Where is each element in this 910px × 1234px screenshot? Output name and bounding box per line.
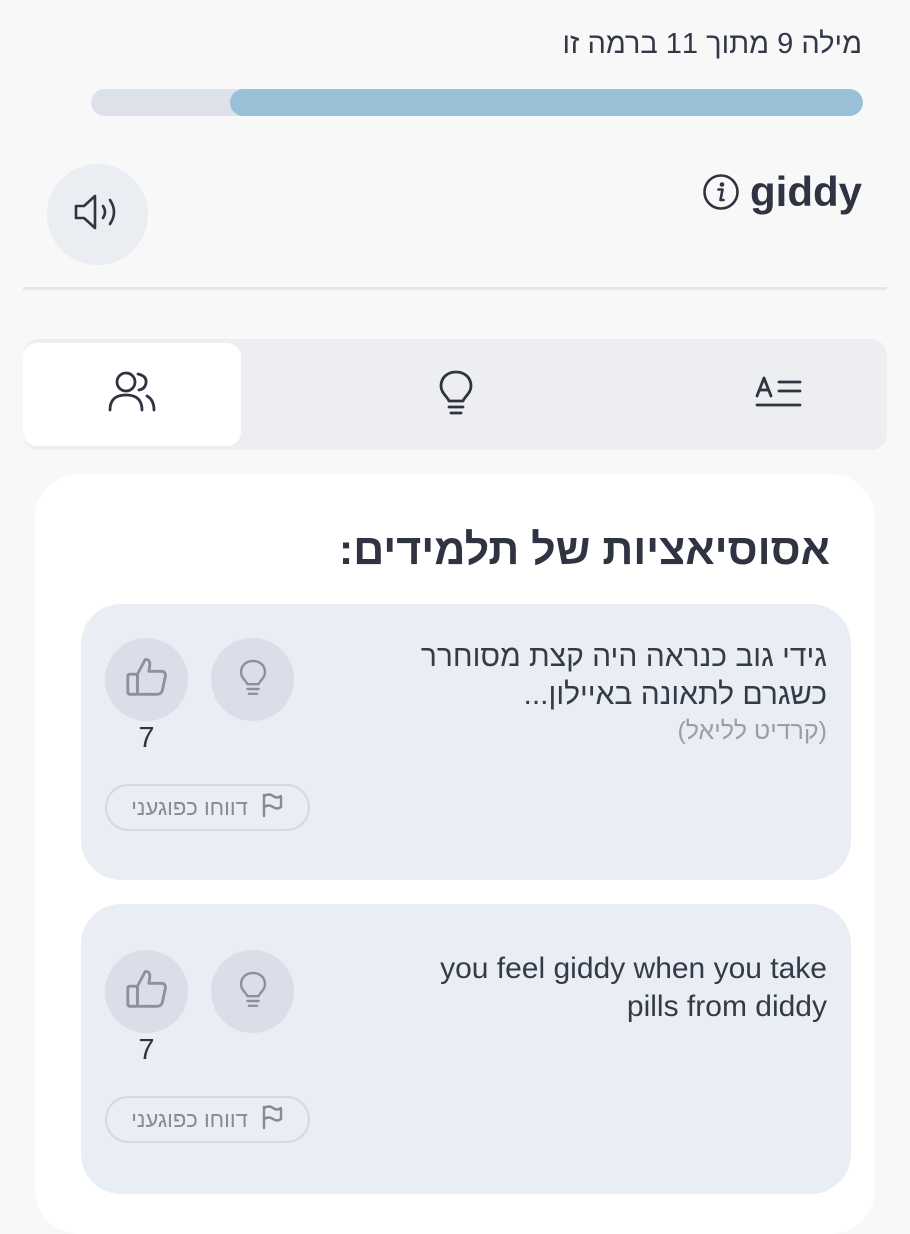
- word-title: giddy: [750, 168, 862, 215]
- tab-tips[interactable]: [241, 339, 671, 450]
- panel-title: אסוסיאציות של תלמידים:: [338, 526, 830, 574]
- lightbulb-icon: [237, 968, 269, 1015]
- flag-icon: [260, 1104, 284, 1135]
- progress-bar: [91, 89, 863, 116]
- associations-panel: אסוסיאציות של תלמידים: גידי גוב כנראה הי…: [35, 474, 875, 1234]
- report-button[interactable]: דווחו כפוגעני: [105, 784, 310, 831]
- association-card: גידי גוב כנראה היה קצת מסוחרר כשגרם לתאו…: [81, 604, 851, 880]
- thumbs-up-icon: [124, 654, 170, 705]
- tab-definition[interactable]: [671, 339, 887, 450]
- thumbs-up-icon: [124, 966, 170, 1017]
- lightbulb-icon: [237, 656, 269, 703]
- speaker-icon: [70, 190, 126, 239]
- association-text: גידי גוב כנראה היה קצת מסוחרר כשגרם לתאו…: [387, 638, 827, 748]
- like-count: 7: [138, 1034, 155, 1066]
- tab-bar: [23, 339, 887, 450]
- association-card: you feel giddy when you take pills from …: [81, 904, 851, 1194]
- flag-icon: [260, 792, 284, 823]
- info-icon[interactable]: [702, 173, 740, 211]
- progress-bar-fill: [229, 89, 863, 116]
- report-label: דווחו כפוגעני: [131, 1106, 248, 1132]
- association-body: you feel giddy when you take pills from …: [440, 952, 827, 1023]
- progress-label: מילה 9 מתוך 11 ברמה זו: [562, 28, 862, 60]
- like-button[interactable]: [105, 950, 188, 1033]
- lightbulb-icon: [436, 367, 476, 422]
- word-header: giddy: [702, 168, 862, 216]
- tip-button[interactable]: [211, 950, 294, 1033]
- header-divider: [23, 287, 887, 290]
- report-label: דווחו כפוגעני: [131, 794, 248, 820]
- tab-associations[interactable]: [23, 343, 241, 446]
- like-button[interactable]: [105, 638, 188, 721]
- association-body: גידי גוב כנראה היה קצת מסוחרר כשגרם לתאו…: [420, 640, 827, 711]
- users-icon: [105, 368, 159, 421]
- like-count: 7: [138, 722, 155, 754]
- text-definition-icon: [754, 372, 804, 417]
- report-button[interactable]: דווחו כפוגעני: [105, 1096, 310, 1143]
- association-text: you feel giddy when you take pills from …: [387, 950, 827, 1026]
- play-sound-button[interactable]: [47, 164, 148, 265]
- association-credit: (קרדיט לליאל): [677, 717, 827, 745]
- tip-button[interactable]: [211, 638, 294, 721]
